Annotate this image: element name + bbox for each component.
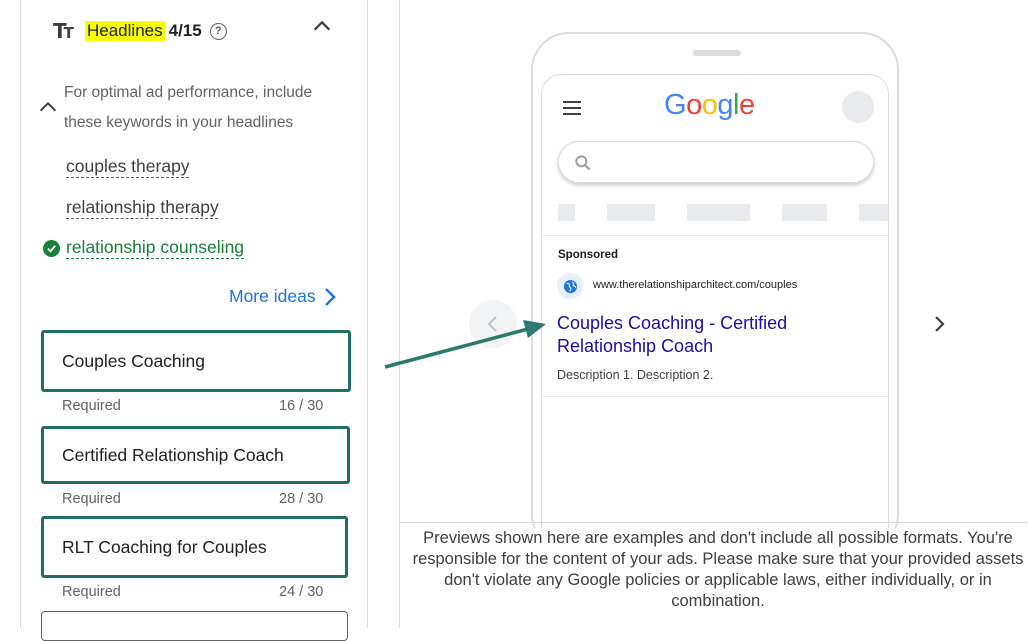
search-icon — [575, 155, 591, 171]
chevron-up-icon — [39, 101, 57, 112]
required-label: Required — [62, 398, 121, 414]
headline-input[interactable] — [44, 429, 347, 481]
ad-description: Description 1. Description 2. — [557, 368, 714, 382]
required-label: Required — [62, 584, 121, 600]
logo-letter: e — [738, 89, 755, 121]
more-ideas-label: More ideas — [229, 286, 316, 306]
headlines-count: 4/15 — [168, 21, 202, 40]
logo-letter: G — [664, 89, 687, 121]
sponsored-label: Sponsored — [558, 249, 619, 261]
headline-input[interactable] — [44, 333, 348, 389]
chevron-right-icon — [324, 287, 336, 306]
check-circle-icon — [43, 240, 60, 257]
headlines-panel: TT Headlines 4/15 ? For optimal ad perfo… — [20, 0, 368, 641]
tab-placeholder — [687, 204, 750, 221]
tab-placeholder — [782, 204, 827, 221]
headline-input[interactable] — [44, 519, 345, 575]
logo-letter: o — [686, 89, 702, 121]
keyword-suggestion-included[interactable]: relationship counseling — [66, 237, 244, 258]
google-logo: Google — [664, 89, 755, 122]
tab-placeholder — [558, 204, 575, 221]
keyword-suggestion[interactable]: couples therapy — [66, 156, 190, 177]
tab-placeholder — [859, 204, 888, 221]
tab-placeholder — [607, 204, 655, 221]
search-box — [558, 141, 874, 183]
chevron-right-icon — [935, 316, 945, 332]
required-label: Required — [62, 491, 121, 507]
chevron-left-icon — [487, 316, 497, 332]
char-count: 28 / 30 — [279, 491, 324, 507]
headline-field[interactable] — [41, 330, 351, 392]
headlines-title: Headlines — [85, 21, 165, 41]
preview-divider — [400, 522, 1028, 523]
collapse-section-button[interactable] — [311, 15, 333, 42]
char-count: 16 / 30 — [279, 398, 324, 414]
logo-letter: o — [701, 89, 718, 121]
chevron-up-icon — [313, 20, 331, 31]
next-preview-button[interactable] — [921, 306, 957, 342]
keyword-hint: For optimal ad performance, include thes… — [64, 84, 313, 131]
phone-screen: Google Sponsored www.therelationshiparch… — [541, 74, 889, 534]
avatar — [842, 91, 874, 123]
ad-display-url: www.therelationshiparchitect.com/couples — [593, 279, 798, 291]
hamburger-menu-icon — [563, 101, 581, 119]
globe-icon — [563, 279, 577, 293]
keyword-suggestion[interactable]: relationship therapy — [66, 197, 219, 218]
phone-mockup: Google Sponsored www.therelationshiparch… — [531, 32, 899, 552]
ad-headline-link[interactable]: Couples Coaching - Certified Relationshi… — [557, 312, 857, 358]
text-format-icon: TT — [53, 19, 74, 43]
headline-field[interactable] — [41, 516, 348, 578]
logo-letter: g — [717, 89, 733, 121]
phone-speaker — [693, 50, 741, 56]
preview-disclaimer: Previews shown here are examples and don… — [400, 528, 1028, 628]
site-favicon — [557, 273, 583, 299]
headline-field[interactable] — [41, 611, 348, 641]
char-count: 24 / 30 — [279, 584, 324, 600]
headlines-header: TT Headlines 4/15 ? — [53, 16, 227, 46]
collapse-keywords-button[interactable] — [37, 96, 59, 123]
results-divider — [542, 396, 888, 397]
results-divider — [542, 235, 888, 236]
headline-field[interactable] — [41, 426, 350, 484]
more-ideas-link[interactable]: More ideas — [229, 286, 338, 307]
previous-preview-button[interactable] — [469, 300, 517, 348]
help-circle-icon[interactable]: ? — [209, 22, 227, 40]
